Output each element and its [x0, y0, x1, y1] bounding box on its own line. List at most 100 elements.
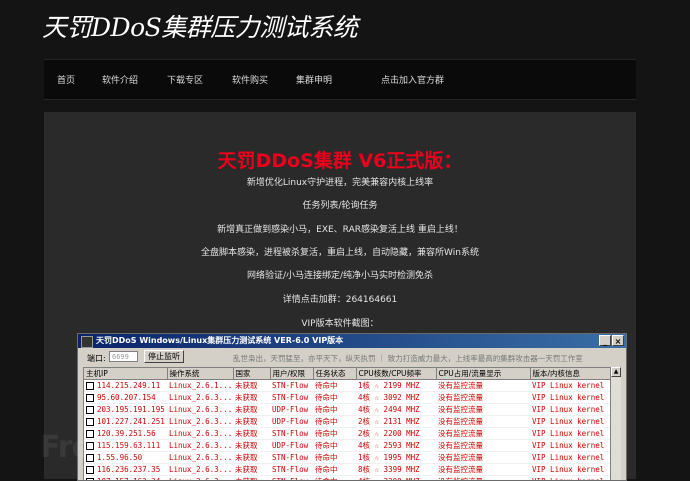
- table-cell: 待命中: [313, 391, 356, 404]
- table-cell: STN-Flow: [270, 463, 313, 476]
- nav-item-purchase[interactable]: 软件购买: [232, 73, 268, 86]
- table-row[interactable]: 203.195.191.195 Linux_2.6.3... 未获取 UDP-Flow…: [84, 403, 610, 416]
- table-cell: 待命中: [313, 439, 356, 452]
- table-cell: 116.236.237.35: [84, 463, 167, 476]
- table-cell: 未获取: [233, 451, 270, 464]
- nav-item-join-group[interactable]: 点击加入官方群: [381, 73, 444, 86]
- table-header: 主机IP 操作系统 国家 用户/权限 任务状态 CPU核数/CPU频率 CPU占用/流量显示…: [84, 368, 610, 380]
- top-nav: 首页 软件介绍 下载专区 软件购买 集群申明 点击加入官方群: [44, 59, 636, 100]
- app-toolbar: 端口: 6699 停止监听 乱世枭出，天罚猛至，亦平天下，纵天执罚 ｜ 致力打造…: [78, 348, 626, 366]
- app-titlebar: 天罚DDoS Windows/Linux集群压力测试系统 VER-6.0 VIP…: [78, 334, 626, 348]
- feature-line: 全盘脚本感染，进程被杀复活，重启上线，自动隐藏，兼容所Win系统: [201, 248, 479, 258]
- table-cell: 没有监控流量: [436, 463, 530, 476]
- row-checkbox[interactable]: [86, 466, 94, 474]
- table-cell: 未获取: [233, 415, 270, 428]
- table-cell: Linux_2.6.3...: [167, 427, 233, 440]
- table-cell: Linux_2.6.3...: [167, 391, 233, 404]
- table-cell: VIP Linux kernel: [530, 427, 610, 440]
- table-cell: VIP Linux kernel: [530, 379, 610, 392]
- table-cell: Linux_2.6.3...: [167, 475, 233, 480]
- page-headline: 天罚DDoS集群 V6正式版：: [217, 150, 463, 172]
- table-cell: 1核 ☆ 2199 MHZ: [356, 379, 436, 392]
- table-cell: 2核 ☆ 2200 MHZ: [356, 427, 436, 440]
- watermark: FreeBuf: [40, 430, 165, 465]
- table-cell: STN-Flow: [270, 451, 313, 464]
- table-cell: Linux_2.6.3...: [167, 439, 233, 452]
- table-cell: 没有监控流量: [436, 475, 530, 480]
- table-cell: 未获取: [233, 391, 270, 404]
- table-cell: 待命中: [313, 463, 356, 476]
- app-title: 天罚DDoS Windows/Linux集群压力测试系统 VER-6.0 VIP…: [96, 336, 344, 345]
- row-checkbox[interactable]: [86, 394, 94, 402]
- column-header[interactable]: 版本/内核信息: [530, 368, 610, 380]
- stop-listening-button[interactable]: 停止监听: [144, 350, 184, 363]
- table-cell: 待命中: [313, 415, 356, 428]
- nav-item-home[interactable]: 首页: [57, 73, 75, 86]
- table-row[interactable]: 187.157.162.34Linux_2.6.3...未获取STN-Flow待…: [84, 475, 610, 480]
- feature-line: 新增优化Linux守护进程，完美兼容内核上线率: [246, 178, 434, 188]
- table-cell: 8核 ☆ 3399 MHZ: [356, 463, 436, 476]
- nav-item-downloads[interactable]: 下载专区: [167, 73, 203, 86]
- table-cell: 没有监控流量: [436, 379, 530, 392]
- close-icon[interactable]: ×: [612, 335, 624, 346]
- table-cell: VIP Linux kernel: [530, 415, 610, 428]
- row-checkbox[interactable]: [86, 406, 94, 414]
- nav-item-software-intro[interactable]: 软件介绍: [102, 73, 138, 86]
- table-cell: 未获取: [233, 427, 270, 440]
- column-header[interactable]: 任务状态: [313, 368, 357, 380]
- contact-group-line[interactable]: 详情点击加群：264164661: [44, 292, 636, 305]
- table-row[interactable]: 116.236.237.35 Linux_2.6.3... 未获取 STN-Flow 待…: [84, 463, 610, 476]
- port-label: 端口:: [87, 354, 106, 363]
- table-cell: Linux_2.6.1...: [167, 379, 233, 392]
- table-cell: 101.227.241.251: [84, 415, 167, 428]
- table-cell: 4核 ☆ 3092 MHZ: [356, 391, 436, 404]
- table-cell: 待命中: [313, 451, 356, 464]
- column-header[interactable]: 用户/权限: [270, 368, 314, 380]
- row-checkbox[interactable]: [86, 418, 94, 426]
- column-header[interactable]: 国家: [233, 368, 271, 380]
- table-cell: 待命中: [313, 403, 356, 416]
- table-cell: 未获取: [233, 439, 270, 452]
- table-cell: 4核 ☆ 2593 MHZ: [356, 439, 436, 452]
- column-header[interactable]: 操作系统: [167, 368, 234, 380]
- marquee-text: 乱世枭出，天罚猛至，亦平天下，纵天执罚 ｜ 致力打造威力最大，上线率最高的集群攻…: [233, 354, 583, 363]
- table-row[interactable]: 95.60.207.154 Linux_2.6.3... 未获取 STN-Flow 待命…: [84, 391, 610, 404]
- minimize-icon[interactable]: _: [599, 335, 611, 346]
- table-cell: VIP Linux kernel: [530, 475, 610, 480]
- row-checkbox[interactable]: [86, 478, 94, 480]
- table-cell: 203.195.191.195: [84, 403, 167, 416]
- nav-item-statement[interactable]: 集群申明: [296, 73, 332, 86]
- table-cell: VIP Linux kernel: [530, 463, 610, 476]
- table-cell: 1核 ☆ 1995 MHZ: [356, 451, 436, 464]
- table-row[interactable]: 101.227.241.251 Linux_2.6.3... 未获取 UDP-Flow…: [84, 415, 610, 428]
- host-ip: 116.236.237.35: [97, 465, 161, 474]
- column-header[interactable]: 主机IP: [84, 368, 168, 380]
- host-ip: 95.60.207.154: [97, 393, 156, 402]
- table-cell: Linux_2.6.3...: [167, 415, 233, 428]
- scroll-up-arrow-icon[interactable]: ▲: [611, 367, 621, 377]
- table-cell: 95.60.207.154: [84, 391, 167, 404]
- table-cell: 2核 ☆ 2131 MHZ: [356, 415, 436, 428]
- app-icon: [81, 336, 93, 348]
- table-cell: VIP Linux kernel: [530, 439, 610, 452]
- feature-line: 网络验证/小马连接绑定/纯净小马实时检测免杀: [246, 271, 434, 281]
- table-row[interactable]: 114.215.249.11 Linux_2.6.1... 未获取 STN-Flow 待…: [84, 379, 610, 392]
- vertical-scrollbar[interactable]: ▲: [611, 367, 621, 480]
- column-header[interactable]: CPU占用/流量显示: [436, 368, 531, 380]
- row-checkbox[interactable]: [86, 382, 94, 390]
- table-cell: UDP-Flow: [270, 415, 313, 428]
- table-cell: 没有监控流量: [436, 439, 530, 452]
- host-ip: 203.195.191.195: [97, 405, 165, 414]
- table-cell: 没有监控流量: [436, 427, 530, 440]
- column-header[interactable]: CPU核数/CPU频率: [356, 368, 437, 380]
- port-input[interactable]: 6699: [109, 351, 138, 362]
- feature-line: 新增真正做到感染小马，EXE、RAR感染复活上线 重启上线！: [217, 225, 463, 235]
- host-ip: 114.215.249.11: [97, 381, 161, 390]
- table-cell: UDP-Flow: [270, 403, 313, 416]
- table-cell: 4核 ☆ 2300 MHZ: [356, 475, 436, 480]
- table-cell: Linux_2.6.3...: [167, 463, 233, 476]
- table-cell: 未获取: [233, 379, 270, 392]
- host-ip: 101.227.241.251: [97, 417, 165, 426]
- table-cell: 没有监控流量: [436, 391, 530, 404]
- table-cell: 待命中: [313, 475, 356, 480]
